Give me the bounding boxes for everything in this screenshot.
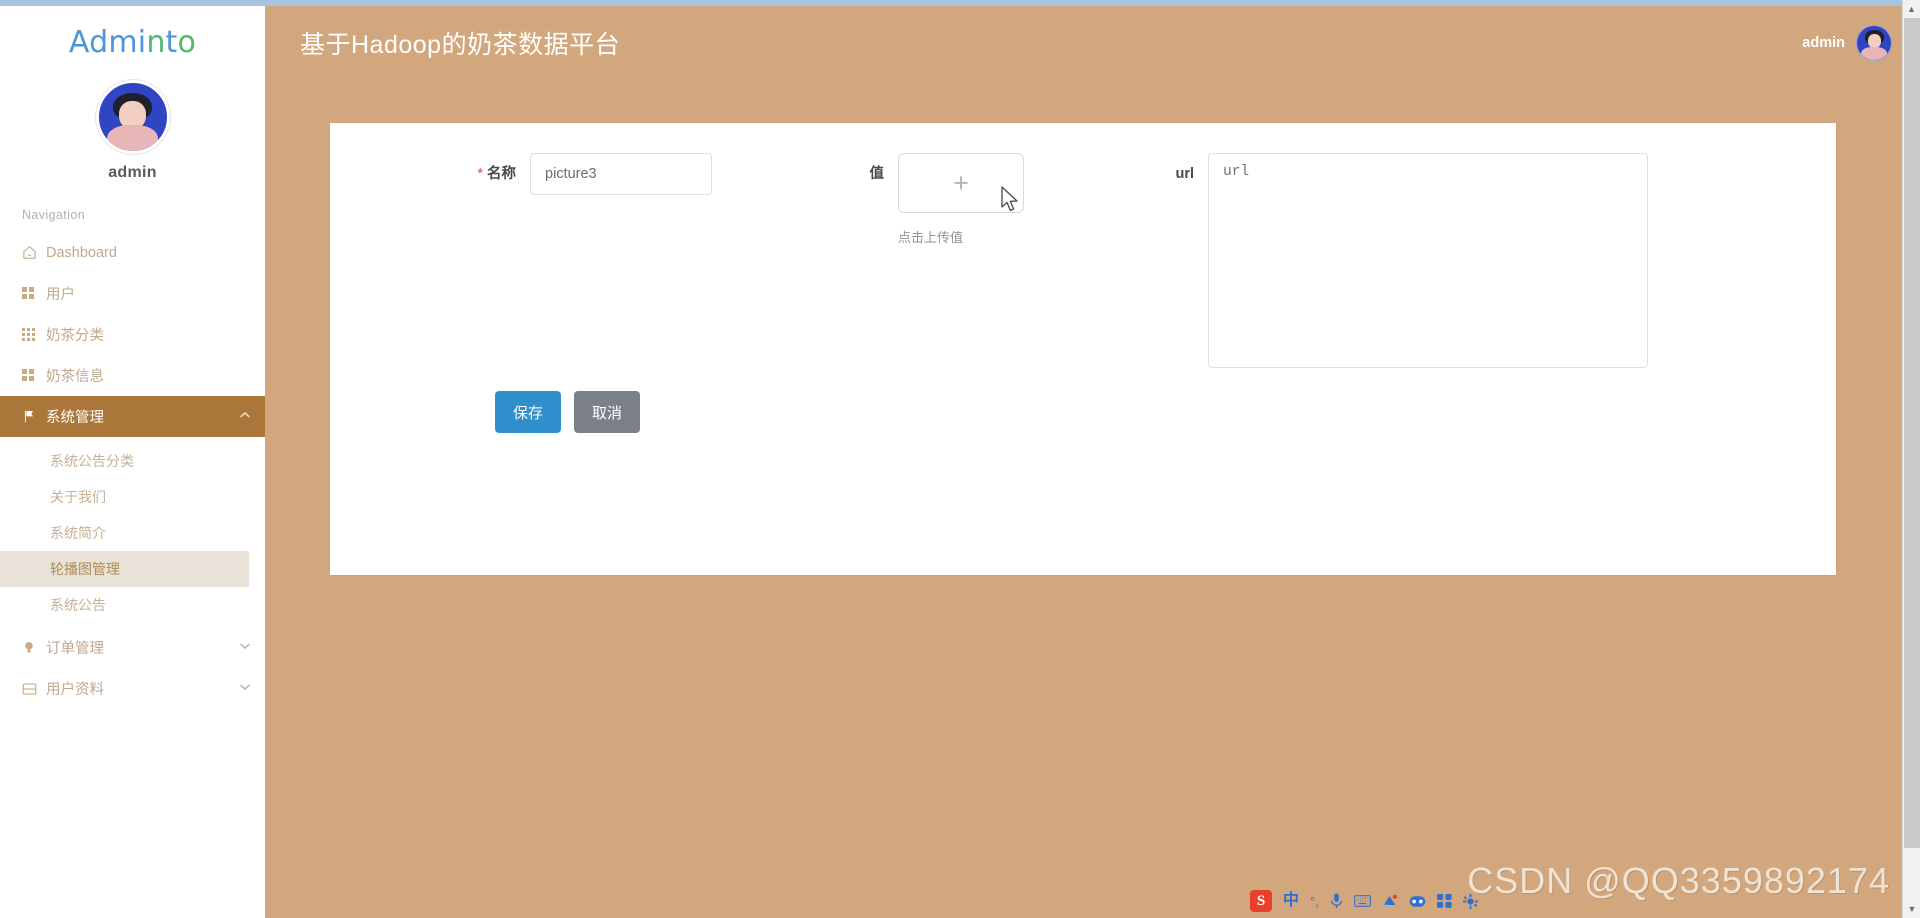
field-group-name: * 名称 [430, 153, 712, 195]
sidebar-subitem-label: 系统公告分类 [50, 453, 134, 469]
sogou-logo-icon[interactable]: S [1250, 890, 1272, 912]
scroll-down-arrow-icon[interactable]: ▼ [1903, 900, 1920, 918]
sidebar-subitem-label: 系统公告 [50, 597, 106, 613]
brand-logo[interactable]: Adminto [0, 0, 265, 76]
sidebar-item-dashboard[interactable]: Dashboard [0, 232, 265, 273]
sidebar-subitem-label: 轮播图管理 [50, 561, 120, 577]
upload-tip: 点击上传值 [898, 230, 964, 245]
sidebar-item-label: 用户资料 [46, 682, 104, 698]
cancel-button[interactable]: 取消 [574, 391, 641, 433]
chinese-mode-icon[interactable]: 中 [1283, 893, 1299, 909]
chevron-up-icon [239, 411, 251, 422]
grid-4-icon [22, 369, 44, 382]
scrollbar-thumb[interactable] [1904, 18, 1920, 848]
form-fields-row: *名称 值 + 点击上传值 url [330, 153, 1836, 368]
sidebar-item-label: 奶茶信息 [46, 369, 104, 385]
main-content: *名称 值 + 点击上传值 url [265, 80, 1920, 918]
bulb-icon [22, 640, 44, 655]
palette-icon[interactable] [1382, 894, 1398, 909]
sidebar-item-label: 奶茶分类 [46, 328, 104, 344]
sidebar-submenu-system: 系统公告分类 关于我们 系统简介 轮播图管理 系统公告 [0, 437, 265, 627]
sidebar-item-milktea-category[interactable]: 奶茶分类 [0, 314, 265, 355]
watermark: CSDN @QQ3359892174 [1467, 860, 1890, 901]
sidebar-item-order-management[interactable]: 订单管理 [0, 627, 265, 668]
brand-part-4: o [177, 24, 197, 60]
sidebar: Adminto admin Navigation Dashboard 用户 奶茶… [0, 0, 265, 918]
sidebar-subitem-system-intro[interactable]: 系统简介 [0, 515, 249, 551]
name-input[interactable] [530, 153, 712, 195]
save-button[interactable]: 保存 [495, 391, 562, 433]
grid-4-icon [22, 287, 44, 300]
flag-icon [22, 409, 44, 424]
label-url: url [1162, 153, 1194, 195]
label-name-text: 名称 [487, 166, 516, 182]
card-icon [22, 682, 44, 696]
form-actions: 保存 取消 [330, 391, 1836, 433]
plus-icon: + [953, 167, 969, 198]
nav-section-title: Navigation [22, 208, 86, 222]
chevron-down-icon [239, 683, 251, 694]
sidebar-subitem-label: 系统简介 [50, 525, 106, 541]
brand-part-3: t [165, 24, 178, 60]
sidebar-item-user-profile[interactable]: 用户资料 [0, 668, 265, 709]
sidebar-item-label: 订单管理 [46, 641, 104, 657]
sidebar-item-system-management[interactable]: 系统管理 [0, 396, 265, 437]
brand-part-2: n [146, 24, 166, 60]
label-url-text: url [1175, 166, 1194, 182]
sidebar-item-milktea-info[interactable]: 奶茶信息 [0, 355, 265, 396]
header-user-area[interactable]: admin [1802, 25, 1892, 61]
robot-icon[interactable] [1409, 895, 1426, 908]
home-icon [22, 245, 44, 260]
user-avatar-icon [99, 83, 167, 151]
field-group-url: url [1162, 153, 1648, 368]
microphone-icon[interactable] [1330, 893, 1343, 909]
url-textarea[interactable] [1208, 153, 1648, 368]
label-name: * 名称 [430, 153, 516, 195]
profile-username: admin [108, 164, 157, 181]
chevron-down-icon [239, 642, 251, 653]
header-username: admin [1802, 35, 1845, 51]
sidebar-item-label: 系统管理 [46, 410, 104, 426]
carousel-form-card: *名称 值 + 点击上传值 url [330, 123, 1836, 575]
sidebar-subitem-about-us[interactable]: 关于我们 [0, 479, 249, 515]
apps-icon[interactable] [1436, 894, 1452, 908]
brand-logo-text: Adminto [69, 25, 196, 60]
page-scrollbar[interactable]: ▲ ▼ [1902, 0, 1920, 918]
label-value-text: 值 [869, 166, 885, 182]
sidebar-item-label: 用户 [46, 287, 75, 303]
sidebar-subitem-system-notice[interactable]: 系统公告 [0, 587, 249, 623]
punctuation-icon[interactable]: °, [1310, 895, 1319, 908]
avatar[interactable] [95, 80, 170, 154]
sidebar-profile: admin [0, 76, 265, 182]
header-avatar[interactable] [1856, 25, 1892, 61]
page-title: 基于Hadoop的奶茶数据平台 [300, 31, 621, 59]
top-accent-strip [0, 0, 1920, 6]
sidebar-navigation: Navigation Dashboard 用户 奶茶分类 奶茶信息 系统管理 系… [0, 208, 265, 709]
required-asterisk: * [477, 166, 483, 182]
settings-icon[interactable] [1462, 893, 1478, 909]
brand-part-1: Admi [68, 24, 147, 60]
keyboard-icon[interactable] [1353, 895, 1371, 907]
sidebar-subitem-label: 关于我们 [50, 489, 106, 505]
sidebar-subitem-carousel-management[interactable]: 轮播图管理 [0, 551, 249, 587]
sidebar-subitem-notice-category[interactable]: 系统公告分类 [0, 443, 249, 479]
field-group-value: 值 + 点击上传值 [856, 153, 1024, 246]
sidebar-item-users[interactable]: 用户 [0, 273, 265, 314]
top-header: 基于Hadoop的奶茶数据平台 admin [265, 6, 1920, 80]
sidebar-item-label: Dashboard [46, 244, 117, 261]
label-value: 值 [856, 153, 885, 195]
value-upload-dropzone[interactable]: + [898, 153, 1024, 213]
ime-toolbar[interactable]: S 中 °, [1250, 886, 1478, 916]
grid-9-icon [22, 328, 44, 341]
scroll-up-arrow-icon[interactable]: ▲ [1903, 0, 1920, 18]
